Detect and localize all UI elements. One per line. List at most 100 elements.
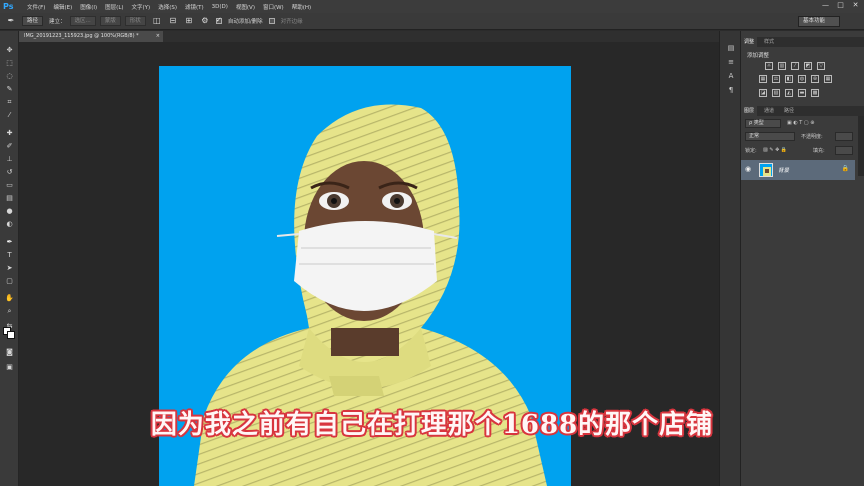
fill-label: 填充: (813, 148, 825, 154)
character-panel-icon[interactable]: A (726, 71, 736, 81)
auto-add-delete-checkbox[interactable] (215, 16, 222, 24)
menu-type[interactable]: 文字(Y) (132, 3, 151, 11)
rectangle-tool-icon[interactable]: ▢ (4, 276, 15, 287)
paragraph-panel-icon[interactable]: ¶ (726, 85, 736, 95)
color-lookup-icon[interactable]: ▦ (824, 75, 832, 83)
blend-mode-select[interactable]: 正常 (745, 132, 795, 141)
make-shape-button[interactable]: 形状 (124, 16, 146, 26)
eyedropper-tool-icon[interactable]: ⁄ (4, 110, 15, 121)
tab-layers[interactable]: 图层 (741, 106, 758, 116)
menu-layer[interactable]: 图层(L) (105, 3, 123, 11)
zoom-tool-icon[interactable]: ⌕ (4, 306, 15, 317)
menu-image[interactable]: 图像(I) (80, 3, 97, 11)
levels-icon[interactable]: ▥ (778, 62, 786, 70)
gradient-map-icon[interactable]: ▬ (798, 89, 806, 97)
screen-mode-icon[interactable]: ▣ (4, 362, 15, 373)
tab-close-icon[interactable]: × (156, 31, 160, 42)
workspace-select[interactable]: 基本功能 (798, 16, 840, 27)
brightness-icon[interactable]: ☼ (765, 62, 773, 70)
adjustments-panel-tabs: 调整 样式 (741, 37, 864, 47)
close-icon[interactable]: ✕ (851, 1, 860, 10)
document-tab[interactable]: IMG_20191223_115923.jpg @ 100%(RGB/8) * … (19, 31, 163, 42)
hue-saturation-icon[interactable]: ▦ (759, 75, 767, 83)
gradient-tool-icon[interactable]: ▤ (4, 193, 15, 204)
quick-mask-icon[interactable]: ◙ (4, 347, 15, 358)
tab-adjustments[interactable]: 调整 (741, 37, 758, 47)
move-tool-icon[interactable]: ✥ (4, 45, 15, 56)
opacity-input[interactable] (835, 132, 853, 141)
fill-input[interactable] (835, 146, 853, 155)
black-white-icon[interactable]: ◧ (785, 75, 793, 83)
align-edges-checkbox[interactable] (268, 18, 275, 24)
menu-view[interactable]: 视图(V) (236, 3, 255, 11)
opacity-label: 不透明度: (801, 134, 823, 140)
type-tool-icon[interactable]: T (4, 250, 15, 261)
lock-icons[interactable]: ▨ ✎ ✥ 🔒 (763, 147, 787, 153)
color-balance-icon[interactable]: ⚖ (772, 75, 780, 83)
settings-gear-icon[interactable]: ⚙ (200, 16, 210, 26)
path-alignment-icon[interactable]: ⊟ (168, 16, 178, 26)
healing-brush-tool-icon[interactable]: ✚ (4, 128, 15, 139)
menu-help[interactable]: 帮助(H) (292, 3, 311, 11)
quick-select-tool-icon[interactable]: ✎ (4, 84, 15, 95)
tool-mode-select[interactable]: 路径 (22, 16, 44, 26)
clone-stamp-tool-icon[interactable]: ⊥ (4, 154, 15, 165)
hand-tool-icon[interactable]: ✋ (4, 293, 15, 304)
dodge-tool-icon[interactable]: ◐ (4, 219, 15, 230)
make-mask-button[interactable]: 蒙版 (99, 16, 121, 26)
path-selection-tool-icon[interactable]: ➤ (4, 263, 15, 274)
eraser-tool-icon[interactable]: ▭ (4, 180, 15, 191)
channel-mixer-icon[interactable]: ⊛ (811, 75, 819, 83)
filter-icons[interactable]: ▣ ◐ T ▢ ⊕ (787, 120, 814, 126)
crop-tool-icon[interactable]: ⌗ (4, 97, 15, 108)
layer-kind-filter[interactable]: ρ 类型 (745, 119, 781, 128)
add-adjustment-title: 添加调整 (747, 53, 770, 59)
threshold-icon[interactable]: ◭ (785, 89, 793, 97)
exposure-icon[interactable]: ◩ (804, 62, 812, 70)
window-controls: — □ ✕ (821, 1, 860, 10)
menu-3d[interactable]: 3D(D) (212, 4, 228, 10)
visibility-eye-icon[interactable]: ◉ (745, 165, 751, 173)
tab-styles[interactable]: 样式 (761, 37, 777, 47)
menu-edit[interactable]: 编辑(E) (53, 3, 72, 11)
history-panel-icon[interactable]: ▤ (726, 43, 736, 53)
layers-scrollbar[interactable] (858, 116, 864, 176)
document-tab-title: IMG_20191223_115923.jpg @ 100%(RGB/8) * (24, 33, 139, 39)
lock-label: 锁定: (745, 148, 757, 154)
selective-color-icon[interactable]: ▩ (811, 89, 819, 97)
menu-file[interactable]: 文件(F) (27, 3, 45, 11)
properties-panel-icon[interactable]: ≡ (726, 57, 736, 67)
make-selection-button[interactable]: 选区... (69, 16, 96, 26)
video-subtitle: 因为我之前有自己在打理那个1688的那个店铺 (150, 410, 714, 440)
minimize-icon[interactable]: — (821, 1, 830, 10)
blur-tool-icon[interactable]: ● (4, 206, 15, 217)
layer-name: 背景 (778, 168, 790, 174)
menu-window[interactable]: 窗口(W) (263, 3, 284, 11)
path-operations-icon[interactable]: ◫ (152, 16, 162, 26)
vibrance-icon[interactable]: ▽ (817, 62, 825, 70)
pen-tool-icon[interactable]: ✒ (6, 16, 16, 26)
layers-panel-tabs: 图层 通道 路径 (741, 106, 864, 116)
layer-background[interactable]: ◉ 背景 🔒 (741, 160, 855, 180)
auto-add-delete-label: 自动添加/删除 (227, 19, 263, 25)
posterize-icon[interactable]: ▧ (772, 89, 780, 97)
tab-channels[interactable]: 通道 (761, 106, 777, 116)
layer-lock-icon: 🔒 (841, 165, 849, 172)
curves-icon[interactable]: ⁄ (791, 62, 799, 70)
marquee-tool-icon[interactable]: ⬚ (4, 58, 15, 69)
menu-filter[interactable]: 滤镜(T) (185, 3, 204, 11)
invert-icon[interactable]: ◪ (759, 89, 767, 97)
align-edges-label: 对齐边缘 (280, 19, 303, 25)
photoshop-logo: Ps (3, 2, 14, 11)
lasso-tool-icon[interactable]: ◌ (4, 71, 15, 82)
pen-tool-icon[interactable]: ✒ (4, 237, 15, 248)
background-color-swatch[interactable] (7, 331, 15, 339)
make-label: 建立： (49, 19, 66, 25)
tab-paths[interactable]: 路径 (781, 106, 797, 116)
menu-select[interactable]: 选择(S) (158, 3, 177, 11)
brush-tool-icon[interactable]: ✐ (4, 141, 15, 152)
history-brush-tool-icon[interactable]: ↺ (4, 167, 15, 178)
path-arrange-icon[interactable]: ⊞ (184, 16, 194, 26)
maximize-icon[interactable]: □ (836, 1, 845, 10)
photo-filter-icon[interactable]: ◍ (798, 75, 806, 83)
